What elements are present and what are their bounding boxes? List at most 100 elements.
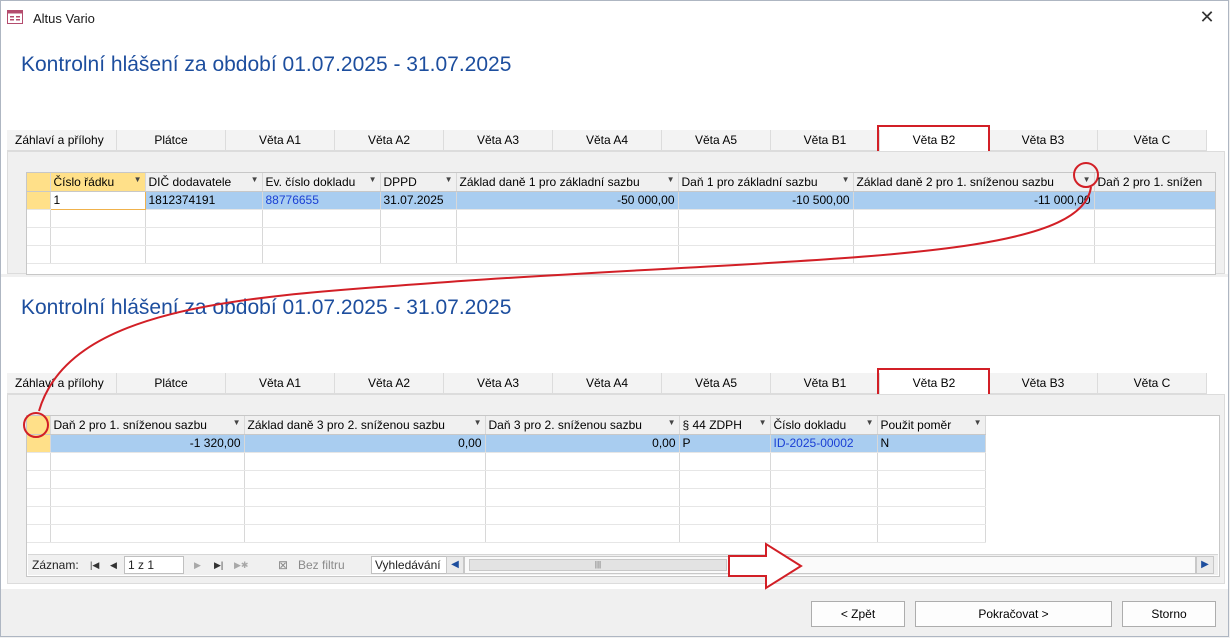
tab-veta-a3[interactable]: Věta A3: [444, 130, 553, 151]
tab-veta-a1[interactable]: Věta A1: [226, 373, 335, 394]
record-label: Záznam:: [32, 558, 79, 572]
cell-ev-cislo-dokladu[interactable]: 88776655: [262, 191, 381, 210]
tab-veta-a1[interactable]: Věta A1: [226, 130, 335, 151]
col-header-pouzit-pomer[interactable]: Použit poměr ▼: [877, 416, 986, 435]
chevron-down-icon[interactable]: ▼: [474, 418, 482, 427]
tab-veta-c[interactable]: Věta C: [1098, 373, 1207, 394]
tab-content: Číslo řádku ▼ DIČ dodavatele ▼ Ev. číslo d…: [7, 151, 1225, 275]
tab-veta-b3[interactable]: Věta B3: [989, 373, 1098, 394]
tab-strip-repeat: Záhlaví a přílohy Plátce Věta A1 Věta A2…: [7, 368, 1222, 399]
cell-cislo-radku[interactable]: 1: [49, 190, 146, 210]
cell-dan-2[interactable]: -1 320,00: [50, 434, 245, 453]
chevron-down-icon[interactable]: ▼: [759, 418, 767, 427]
table-row[interactable]: -1 320,00 0,00 0,00 P ID-2025-00002 N: [27, 434, 986, 453]
chevron-down-icon[interactable]: ▼: [974, 418, 982, 427]
col-header-zaklad-dane-2[interactable]: Základ daně 2 pro 1. sníženou sazbu ▼: [853, 173, 1095, 192]
tab-platce[interactable]: Plátce: [117, 373, 226, 394]
page-title: Kontrolní hlášení za období 01.07.2025 -…: [21, 53, 512, 76]
col-header-dan-1[interactable]: Daň 1 pro základní sazbu ▼: [678, 173, 854, 192]
tab-veta-a3[interactable]: Věta A3: [444, 373, 553, 394]
chevron-down-icon[interactable]: ▼: [1083, 175, 1091, 184]
tab-veta-b1[interactable]: Věta B1: [771, 373, 880, 394]
row-selector-header[interactable]: [27, 173, 51, 192]
scroll-left-icon[interactable]: ◀: [446, 556, 464, 574]
tab-veta-a4[interactable]: Věta A4: [553, 373, 662, 394]
tab-strip: Záhlaví a přílohy Plátce Věta A1 Věta A2…: [7, 125, 1222, 158]
cell-44-zdph[interactable]: P: [679, 434, 771, 453]
chevron-down-icon[interactable]: ▼: [668, 418, 676, 427]
tab-platce[interactable]: Plátce: [117, 130, 226, 151]
title-bar: Altus Vario ✕: [1, 1, 1228, 34]
last-record-icon[interactable]: ▶|: [214, 560, 223, 571]
cell-zaklad-dane-2[interactable]: -11 000,00: [853, 191, 1095, 210]
chevron-down-icon[interactable]: ▼: [369, 175, 377, 184]
tab-veta-b3[interactable]: Věta B3: [989, 130, 1098, 151]
cell-dan-3[interactable]: 0,00: [485, 434, 680, 453]
tab-veta-a2[interactable]: Věta A2: [335, 373, 444, 394]
cell-cislo-dokladu[interactable]: ID-2025-00002: [770, 434, 878, 453]
col-header-cislo-radku[interactable]: Číslo řádku ▼: [50, 173, 146, 192]
col-header-zaklad-dane-3[interactable]: Základ daně 3 pro 2. sníženou sazbu ▼: [244, 416, 486, 435]
row-selector[interactable]: [27, 434, 51, 453]
chevron-down-icon[interactable]: ▼: [866, 418, 874, 427]
row-selector-header[interactable]: [27, 416, 51, 435]
col-header-dan-2[interactable]: Daň 2 pro 1. sníženou sazbu ▼: [50, 416, 245, 435]
chevron-down-icon[interactable]: ▼: [233, 418, 241, 427]
tab-veta-c[interactable]: Věta C: [1098, 130, 1207, 151]
cancel-button[interactable]: Storno: [1122, 601, 1216, 627]
tab-veta-a5[interactable]: Věta A5: [662, 373, 771, 394]
next-record-icon[interactable]: ▶: [194, 560, 201, 571]
close-icon[interactable]: ✕: [1197, 7, 1217, 27]
datasheet-bottom: Daň 2 pro 1. sníženou sazbu ▼ Základ daně…: [26, 415, 1220, 577]
top-panel: Kontrolní hlášení za období 01.07.2025 -…: [1, 34, 1228, 275]
tab-zahlavi[interactable]: Záhlaví a přílohy: [7, 130, 117, 151]
col-header-zaklad-dane-1[interactable]: Základ daně 1 pro základní sazbu ▼: [456, 173, 679, 192]
back-button[interactable]: < Zpět: [811, 601, 905, 627]
record-navigator: Záznam: |◀ ◀ 1 z 1 ▶ ▶| ▶✱ ⊠ Bez filtru …: [28, 554, 1218, 575]
app-icon: [7, 10, 23, 24]
tab-content: Daň 2 pro 1. sníženou sazbu ▼ Základ daně…: [7, 394, 1225, 584]
scrollbar-thumb[interactable]: |||: [469, 559, 727, 571]
record-position-field[interactable]: 1 z 1: [124, 556, 184, 574]
col-header-dic-dodavatele[interactable]: DIČ dodavatele ▼: [145, 173, 263, 192]
tab-veta-b1[interactable]: Věta B1: [771, 130, 880, 151]
prev-record-icon[interactable]: ◀: [110, 560, 117, 571]
col-header-dan-2[interactable]: Daň 2 pro 1. snížen: [1094, 173, 1215, 192]
cell-zaklad-dane-3[interactable]: 0,00: [244, 434, 486, 453]
chevron-down-icon[interactable]: ▼: [667, 175, 675, 184]
tab-veta-a2[interactable]: Věta A2: [335, 130, 444, 151]
tab-veta-a4[interactable]: Věta A4: [553, 130, 662, 151]
cell-dic-dodavatele[interactable]: 1812374191: [145, 191, 263, 210]
row-selector[interactable]: [27, 191, 51, 210]
col-header-44-zdph[interactable]: § 44 ZDPH ▼: [679, 416, 771, 435]
table-row[interactable]: 1 1812374191 88776655 31.07.2025 -50 000…: [27, 190, 1215, 210]
filter-status[interactable]: Bez filtru: [298, 558, 345, 572]
page-title-repeat: Kontrolní hlášení za období 01.07.2025 -…: [21, 296, 512, 319]
cell-pouzit-pomer[interactable]: N: [877, 434, 986, 453]
col-header-dppd[interactable]: DPPD ▼: [380, 173, 457, 192]
chevron-down-icon[interactable]: ▼: [445, 175, 453, 184]
chevron-down-icon[interactable]: ▼: [251, 175, 259, 184]
chevron-down-icon[interactable]: ▼: [842, 175, 850, 184]
bottom-panel: Kontrolní hlášení za období 01.07.2025 -…: [1, 277, 1228, 589]
scroll-right-icon[interactable]: ▶: [1196, 556, 1214, 574]
chevron-down-icon[interactable]: ▼: [134, 175, 142, 184]
filter-icon[interactable]: ⊠: [278, 558, 288, 572]
col-header-ev-cislo-dokladu[interactable]: Ev. číslo dokladu ▼: [262, 173, 381, 192]
cell-dan-1[interactable]: -10 500,00: [678, 191, 854, 210]
search-input[interactable]: Vyhledávání: [371, 556, 447, 574]
cell-dppd[interactable]: 31.07.2025: [380, 191, 457, 210]
tab-veta-a5[interactable]: Věta A5: [662, 130, 771, 151]
col-header-dan-3[interactable]: Daň 3 pro 2. sníženou sazbu ▼: [485, 416, 680, 435]
continue-button[interactable]: Pokračovat >: [915, 601, 1112, 627]
horizontal-scrollbar[interactable]: |||: [464, 556, 1196, 574]
datasheet-top: Číslo řádku ▼ DIČ dodavatele ▼ Ev. číslo d…: [26, 172, 1216, 275]
cell-zaklad-dane-1[interactable]: -50 000,00: [456, 191, 679, 210]
tab-zahlavi[interactable]: Záhlaví a přílohy: [7, 373, 117, 394]
window-title: Altus Vario: [33, 11, 95, 26]
first-record-icon[interactable]: |◀: [90, 560, 99, 571]
cell-dan-2[interactable]: [1094, 191, 1215, 210]
col-header-cislo-dokladu[interactable]: Číslo dokladu ▼: [770, 416, 878, 435]
new-record-icon[interactable]: ▶✱: [234, 560, 248, 571]
app-window: Altus Vario ✕ Kontrolní hlášení za obdob…: [0, 0, 1229, 637]
